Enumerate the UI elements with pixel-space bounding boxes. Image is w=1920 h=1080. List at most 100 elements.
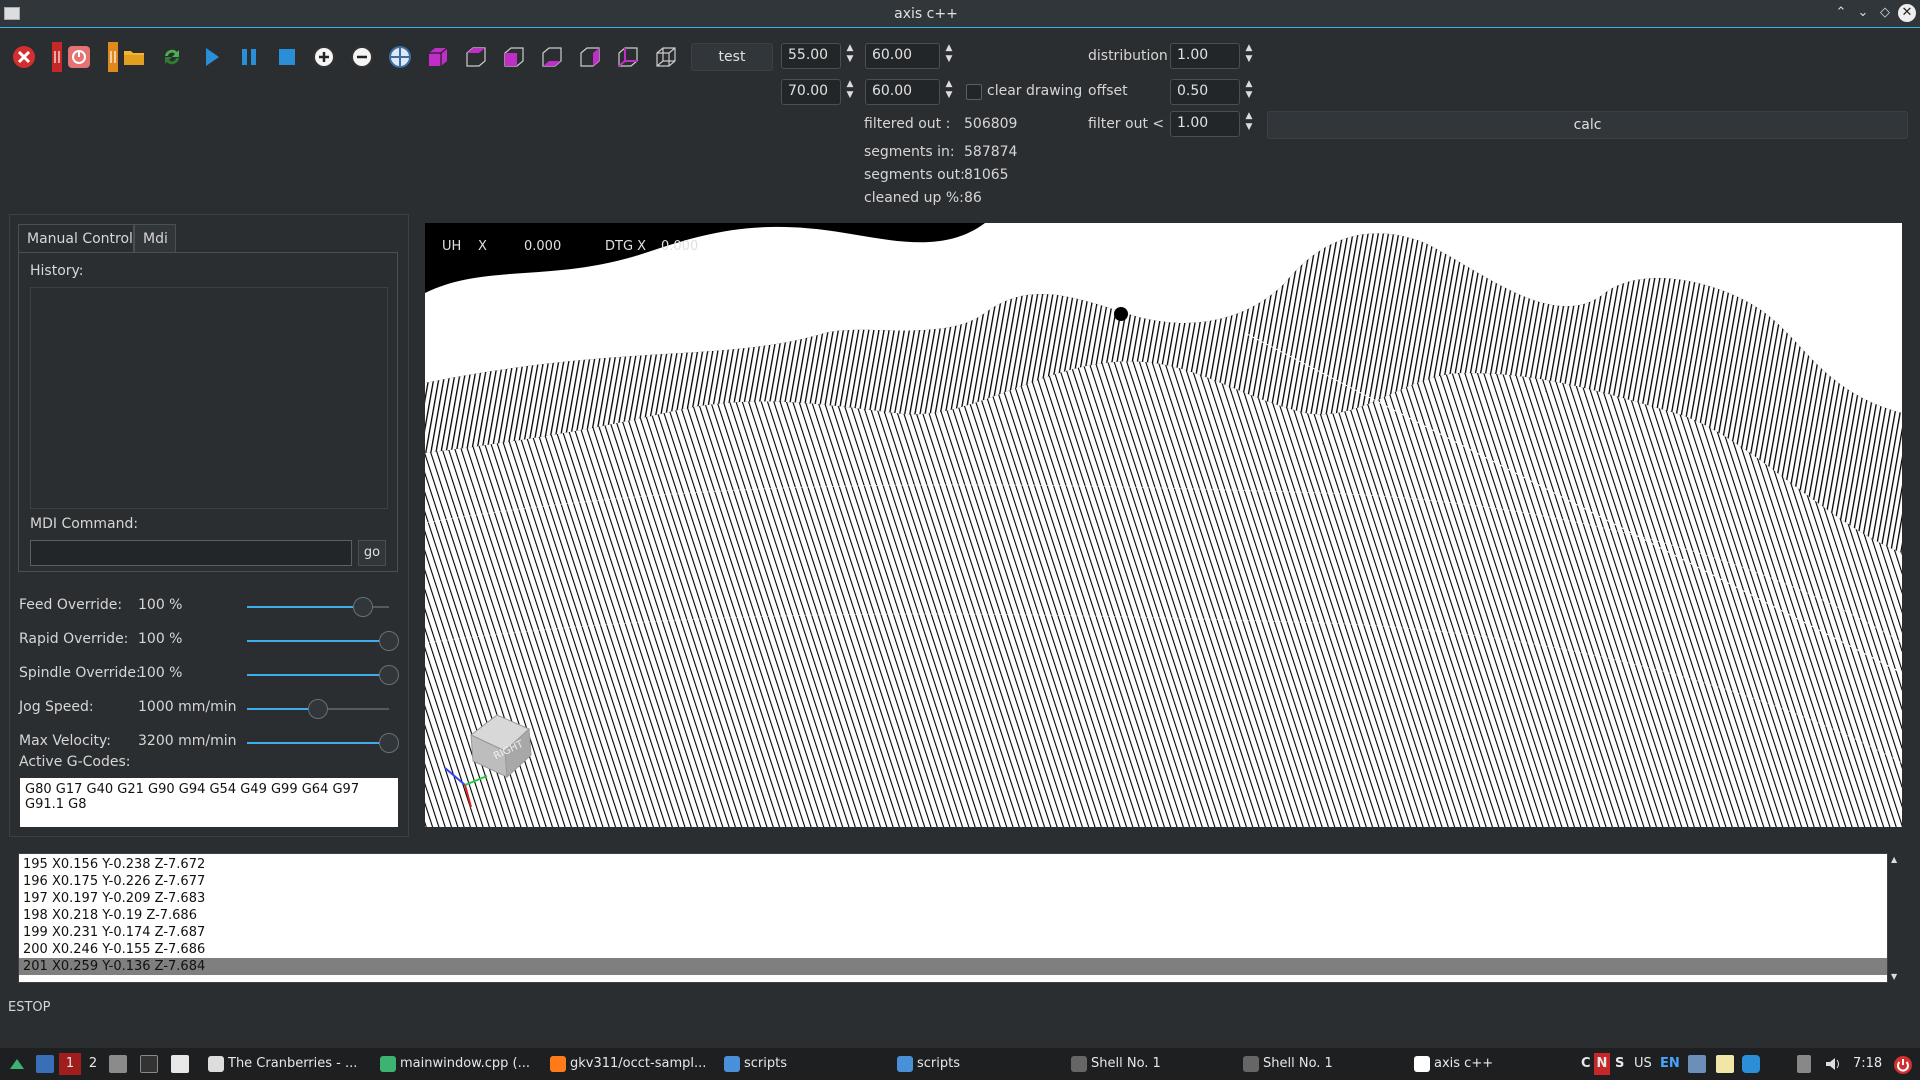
zoom-fit-icon[interactable] xyxy=(385,42,415,72)
close-window-icon[interactable]: ✕ xyxy=(1898,4,1916,22)
task-shell-1-button[interactable]: Shell No. 1 xyxy=(1091,1053,1161,1075)
param-a1-field[interactable]: 55.00 xyxy=(781,43,841,69)
power-indicator xyxy=(98,42,118,72)
jog-speed-slider-track[interactable] xyxy=(318,708,389,710)
filter-out-field[interactable]: 1.00 xyxy=(1170,111,1240,137)
param-b1-field[interactable]: 70.00 xyxy=(781,79,841,105)
test-button[interactable]: test xyxy=(691,43,773,71)
task-browser-button[interactable]: gkv311/occt-sampl... xyxy=(570,1053,706,1075)
param-b1-spinner[interactable]: ▲ ▼ xyxy=(843,79,857,105)
history-list[interactable] xyxy=(30,287,388,509)
gcode-line[interactable]: 197 X0.197 Y-0.209 Z-7.683 xyxy=(19,890,1887,907)
status-text: ESTOP xyxy=(8,1000,51,1015)
text-editor-icon[interactable] xyxy=(171,1055,189,1073)
view-back-icon[interactable] xyxy=(613,42,643,72)
go-button[interactable]: go xyxy=(358,540,386,566)
task-cranberries-button[interactable]: The Cranberries - ... xyxy=(228,1053,357,1075)
param-a1-spinner[interactable]: ▲ ▼ xyxy=(843,43,857,69)
segments-in-label: segments in: xyxy=(864,144,955,160)
max-velocity-slider-handle[interactable] xyxy=(379,733,399,753)
view-wire-icon[interactable] xyxy=(651,42,681,72)
desktop-1-button[interactable]: 1 xyxy=(59,1053,81,1075)
max-velocity-label: Max Velocity: xyxy=(19,733,112,749)
view-front-icon[interactable] xyxy=(499,42,529,72)
dro-x-value: 0.000 xyxy=(524,239,562,254)
terminal-icon[interactable] xyxy=(140,1055,158,1073)
gcode-line-number: 198 xyxy=(23,908,48,923)
spindle-override-slider-handle[interactable] xyxy=(379,665,399,685)
task-axis-button[interactable]: axis c++ xyxy=(1434,1053,1493,1075)
view-bottom-icon[interactable] xyxy=(537,42,567,72)
tray-s-indicator[interactable]: S xyxy=(1615,1053,1624,1075)
feed-override-slider-handle[interactable] xyxy=(353,597,373,617)
file-manager-icon[interactable] xyxy=(109,1055,127,1073)
task-scripts-1-button[interactable]: scripts xyxy=(744,1053,787,1075)
param-a2-field[interactable]: 60.00 xyxy=(865,43,940,69)
view-iso-icon[interactable] xyxy=(423,42,453,72)
task-scripts-1-icon xyxy=(724,1056,740,1072)
desktop-2-button[interactable]: 2 xyxy=(86,1053,100,1075)
keyboard-layout-indicator[interactable]: US xyxy=(1634,1053,1652,1075)
network-icon[interactable] xyxy=(1688,1055,1706,1073)
gcode-line[interactable]: 199 X0.231 Y-0.174 Z-7.687 xyxy=(19,924,1887,941)
filter-out-spinner[interactable]: ▲ ▼ xyxy=(1242,111,1256,137)
task-mainwindow-button[interactable]: mainwindow.cpp (... xyxy=(400,1053,530,1075)
dro-axis: X xyxy=(478,239,487,254)
tray-c-indicator[interactable]: C xyxy=(1581,1053,1591,1075)
estop-button[interactable] xyxy=(9,42,39,72)
segments-in-value: 587874 xyxy=(964,144,1018,160)
distribution-spinner[interactable]: ▲ ▼ xyxy=(1242,43,1256,69)
view-top-icon[interactable] xyxy=(461,42,491,72)
offset-field[interactable]: 0.50 xyxy=(1170,79,1240,105)
gcode-line[interactable]: 196 X0.175 Y-0.226 Z-7.677 xyxy=(19,873,1887,890)
gcode-listing[interactable]: 195 X0.156 Y-0.238 Z-7.672 196 X0.175 Y-0… xyxy=(18,853,1888,983)
jog-speed-slider-handle[interactable] xyxy=(308,699,328,719)
run-program-icon[interactable] xyxy=(196,42,226,72)
task-scripts-2-button[interactable]: scripts xyxy=(917,1053,960,1075)
filtered-out-value: 506809 xyxy=(964,116,1018,132)
clear-drawing-checkbox[interactable] xyxy=(966,84,982,100)
segments-out-label: segments out: xyxy=(864,167,965,183)
spindle-override-value: 100 % xyxy=(138,665,183,681)
pause-icon[interactable] xyxy=(234,42,264,72)
language-indicator[interactable]: EN xyxy=(1660,1053,1680,1075)
stop-icon[interactable] xyxy=(272,42,302,72)
power-off-icon[interactable] xyxy=(1893,1055,1912,1074)
app-launcher-icon[interactable] xyxy=(8,1055,26,1073)
gcode-line[interactable]: 198 X0.218 Y-0.19 Z-7.686 xyxy=(19,907,1887,924)
show-desktop-icon[interactable] xyxy=(36,1055,54,1073)
param-b2-spinner[interactable]: ▲ ▼ xyxy=(942,79,956,105)
battery-icon[interactable] xyxy=(1797,1055,1811,1073)
gcode-scrollbar[interactable]: ▲ ▼ xyxy=(1888,853,1902,983)
gcode-line[interactable]: 200 X0.246 Y-0.155 Z-7.686 xyxy=(19,941,1887,958)
param-b2-field[interactable]: 60.00 xyxy=(865,79,940,105)
task-shell-2-button[interactable]: Shell No. 1 xyxy=(1263,1053,1333,1075)
task-scripts-2-icon xyxy=(897,1056,913,1072)
tab-mdi[interactable]: Mdi xyxy=(134,224,176,252)
machine-power-button[interactable] xyxy=(64,42,94,72)
zoom-in-icon[interactable] xyxy=(309,42,339,72)
mdi-command-input[interactable] xyxy=(30,540,352,566)
gcode-line[interactable]: 195 X0.156 Y-0.238 Z-7.672 xyxy=(19,856,1887,873)
tray-n-indicator[interactable]: N xyxy=(1594,1053,1610,1075)
distribution-field[interactable]: 1.00 xyxy=(1170,43,1240,69)
offset-spinner[interactable]: ▲ ▼ xyxy=(1242,79,1256,105)
reload-icon[interactable] xyxy=(157,42,187,72)
view-side-icon[interactable] xyxy=(575,42,605,72)
rapid-override-slider-handle[interactable] xyxy=(379,631,399,651)
volume-icon[interactable] xyxy=(1824,1055,1842,1073)
open-file-icon[interactable] xyxy=(119,42,149,72)
param-a2-spinner[interactable]: ▲ ▼ xyxy=(942,43,956,69)
tab-manual-control[interactable]: Manual Control xyxy=(18,224,134,252)
keep-above-icon[interactable]: ⌃ xyxy=(1832,4,1850,22)
view-cube[interactable]: RIGHT xyxy=(463,705,543,779)
preview-3d-viewport[interactable]: UH X 0.000 DTG X 0.000 RIGHT xyxy=(425,223,1902,827)
maximize-icon[interactable]: ◇ xyxy=(1876,4,1894,22)
clipboard-icon[interactable] xyxy=(1716,1055,1734,1073)
gcode-line[interactable]: 201 X0.259 Y-0.136 Z-7.684 xyxy=(19,958,1887,975)
minimize-icon[interactable]: ⌄ xyxy=(1854,4,1872,22)
active-gcodes-box: G80 G17 G40 G21 G90 G94 G54 G49 G99 G64 … xyxy=(20,778,398,827)
zoom-out-icon[interactable] xyxy=(347,42,377,72)
calc-button[interactable]: calc xyxy=(1267,111,1908,139)
update-icon[interactable] xyxy=(1742,1055,1760,1073)
